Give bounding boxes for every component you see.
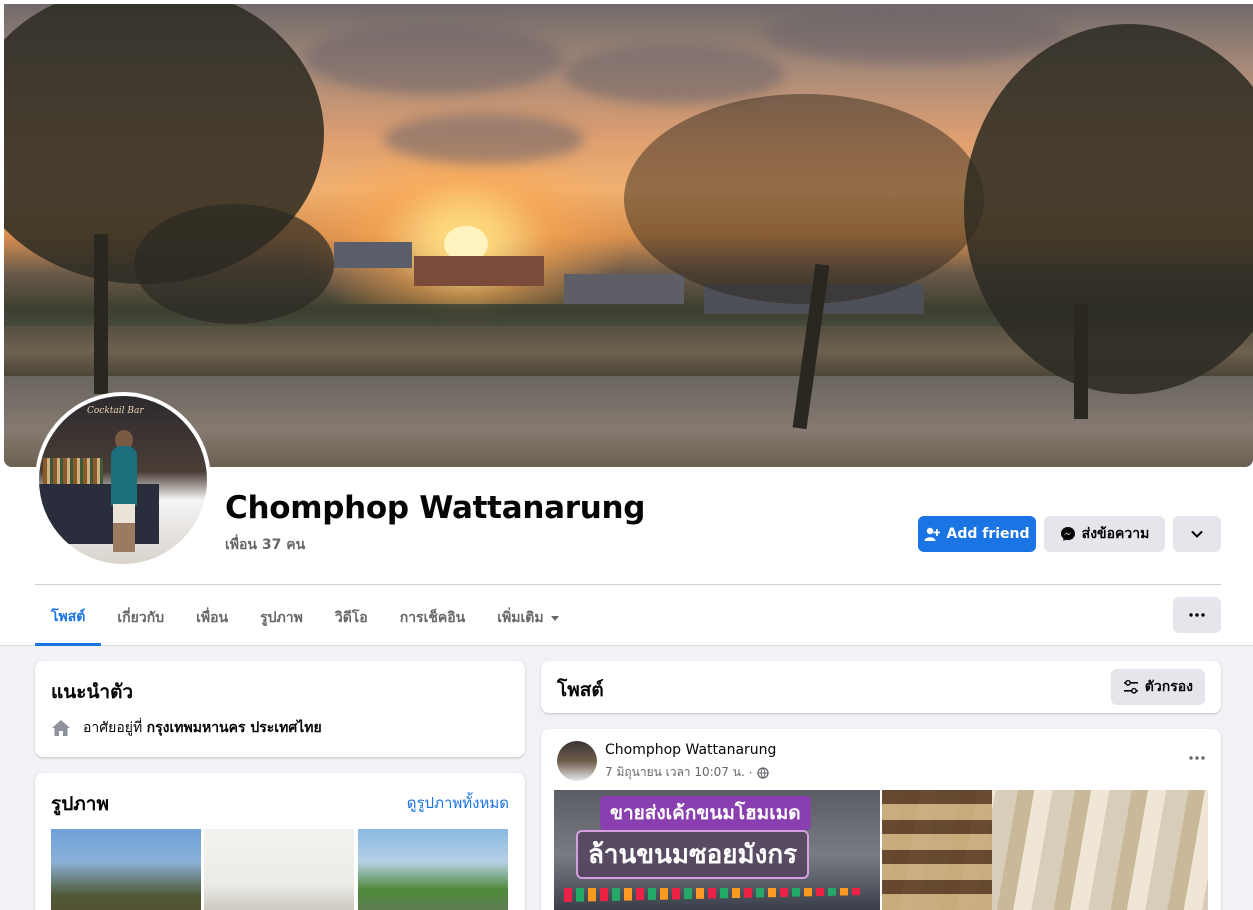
tab-about[interactable]: เกี่ยวกับ [101, 590, 180, 646]
add-friend-icon [924, 527, 941, 541]
post-author-name[interactable]: Chomphop Wattanarung [605, 742, 776, 758]
photos-title: รูปภาพ [51, 793, 109, 815]
photo-thumbnail[interactable] [204, 829, 354, 910]
add-friend-button[interactable]: Add friend [918, 516, 1036, 552]
more-icon [1189, 756, 1205, 760]
avatar-sign: Cocktail Bar [87, 406, 144, 416]
home-icon [52, 720, 70, 736]
message-button[interactable]: ส่งข้อความ [1044, 516, 1165, 552]
profile-avatar[interactable]: Cocktail Bar [35, 392, 211, 568]
post-image[interactable] [882, 790, 1208, 910]
tab-more[interactable]: เพิ่มเติม [481, 590, 575, 646]
post-image-text-1: ขายส่งเค้กขนมโฮมเมด [600, 796, 811, 830]
filter-icon [1123, 679, 1138, 694]
photo-thumbnail[interactable] [358, 829, 508, 910]
add-friend-label: Add friend [946, 526, 1030, 542]
caret-down-icon [550, 616, 559, 621]
photos-card: รูปภาพ ดูรูปภาพทั้งหมด [35, 773, 525, 910]
posts-header-card: โพสต์ ตัวกรอง [541, 661, 1221, 713]
post-author-avatar[interactable] [557, 741, 597, 781]
post-image-text-2: ล้านขนมซอยมังกร [576, 830, 810, 879]
tab-posts[interactable]: โพสต์ [35, 590, 102, 646]
intro-card: แนะนำตัว อาศัยอยู่ที่ กรุงเทพมหานคร ประเ… [35, 661, 525, 757]
bunting-flags [564, 888, 864, 902]
globe-icon [756, 766, 769, 779]
post-image[interactable]: ขายส่งเค้กขนมโฮมเมด ล้านขนมซอยมังกร [554, 790, 880, 910]
friends-count[interactable]: เพื่อน 37 คน [225, 534, 305, 556]
post-timestamp[interactable]: 7 มิถุนายน เวลา 10:07 น. [605, 763, 745, 782]
post-options-button[interactable] [1189, 745, 1205, 764]
lives-in-row: อาศัยอยู่ที่ กรุงเทพมหานคร ประเทศไทย [51, 717, 322, 739]
tab-more-label: เพิ่มเติม [497, 610, 544, 626]
meta-separator: · [748, 765, 753, 780]
messenger-icon [1060, 527, 1075, 541]
tab-checkins[interactable]: การเช็คอิน [384, 590, 482, 646]
profile-tabs: โพสต์ เกี่ยวกับ เพื่อน รูปภาพ วิดีโอ การ… [35, 590, 576, 646]
post-card: Chomphop Wattanarung 7 มิถุนายน เวลา 10:… [541, 729, 1221, 910]
profile-header: Cocktail Bar Chomphop Wattanarung เพื่อน… [0, 0, 1253, 646]
posts-title: โพสต์ [557, 679, 604, 701]
tabs-more-options-button[interactable] [1173, 597, 1221, 633]
profile-name: Chomphop Wattanarung [225, 490, 646, 526]
intro-title: แนะนำตัว [51, 681, 134, 703]
cover-photo[interactable] [4, 4, 1253, 467]
lives-in-prefix: อาศัยอยู่ที่ [83, 720, 143, 736]
more-icon [1189, 613, 1205, 617]
chevron-down-icon [1191, 531, 1203, 538]
message-label: ส่งข้อความ [1081, 526, 1150, 542]
tab-photos[interactable]: รูปภาพ [244, 590, 319, 646]
photo-thumbnail[interactable] [51, 829, 201, 910]
tab-videos[interactable]: วิดีโอ [319, 590, 384, 646]
header-divider [35, 584, 1221, 585]
lives-in-place[interactable]: กรุงเทพมหานคร ประเทศไทย [147, 720, 322, 736]
see-all-photos-link[interactable]: ดูรูปภาพทั้งหมด [407, 791, 509, 815]
filter-button[interactable]: ตัวกรอง [1110, 669, 1205, 705]
filter-label: ตัวกรอง [1144, 679, 1193, 695]
tab-friends[interactable]: เพื่อน [180, 590, 244, 646]
post-meta: 7 มิถุนายน เวลา 10:07 น. · [605, 763, 769, 782]
profile-more-button[interactable] [1173, 516, 1221, 552]
